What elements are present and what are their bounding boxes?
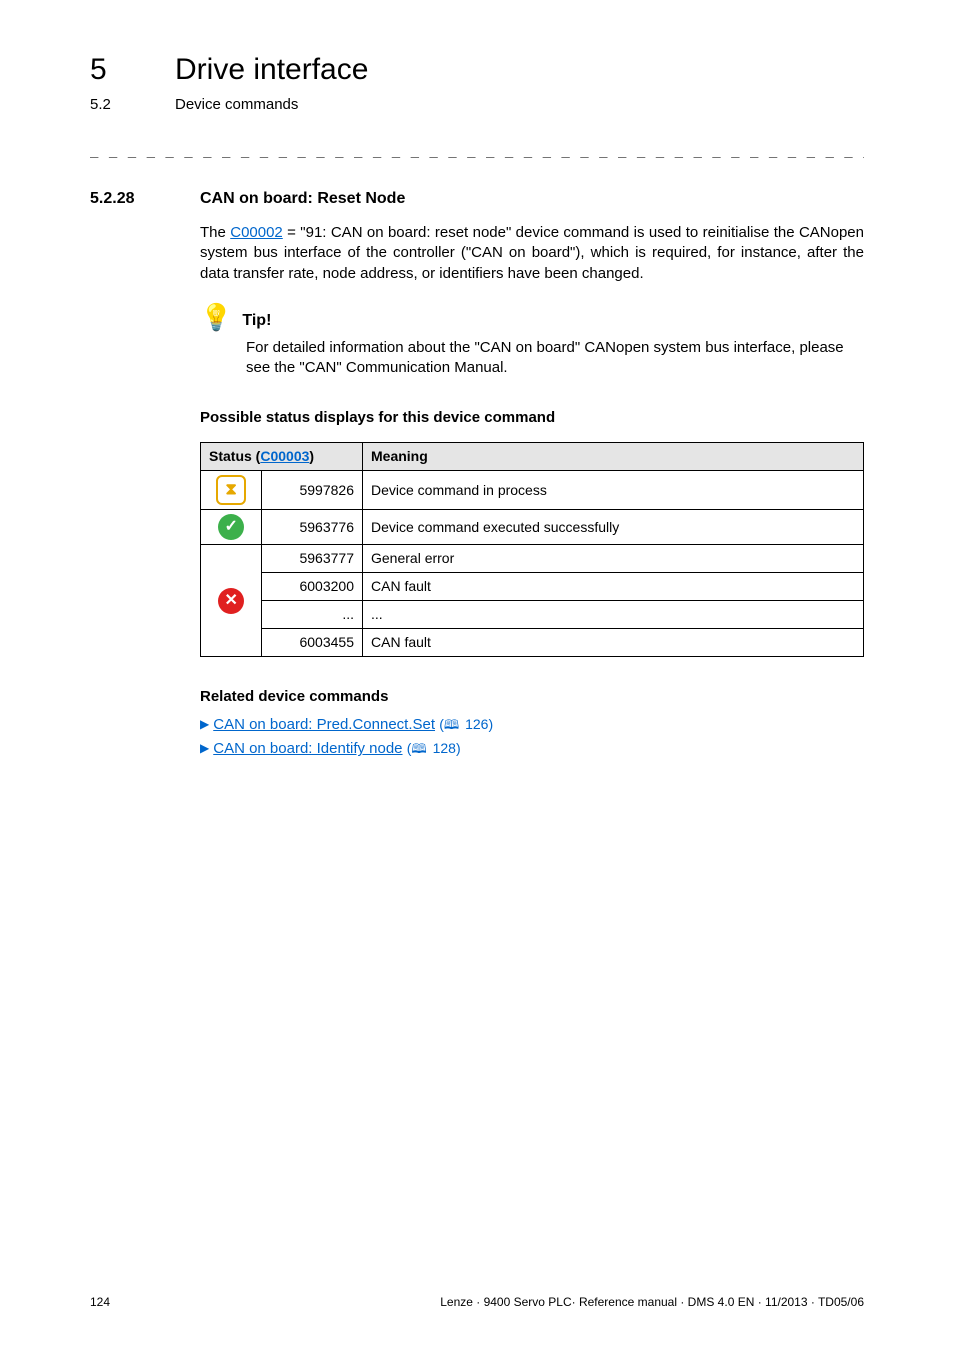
status-meaning: CAN fault <box>363 628 864 656</box>
triangle-icon: ▶ <box>200 717 209 731</box>
status-value: ... <box>262 601 363 629</box>
meaning-header: Meaning <box>363 443 864 471</box>
related-item: ▶ CAN on board: Pred.Connect.Set (🕮 126) <box>200 715 864 735</box>
status-icon-cell: ✓ <box>201 510 262 545</box>
status-meaning: CAN fault <box>363 573 864 601</box>
section-number: 5.2.28 <box>90 188 160 210</box>
triangle-icon: ▶ <box>200 741 209 755</box>
related-link[interactable]: CAN on board: Pred.Connect.Set <box>213 716 435 733</box>
status-icon-cell: ⧗ <box>201 471 262 510</box>
section-title: CAN on board: Reset Node <box>200 188 405 210</box>
error-icon: ✕ <box>218 588 244 614</box>
code-link-c00003[interactable]: C00003 <box>260 448 309 464</box>
status-meaning: General error <box>363 545 864 573</box>
code-link-c00002[interactable]: C00002 <box>230 224 283 241</box>
status-value: 6003200 <box>262 573 363 601</box>
chapter-title: Drive interface <box>175 50 368 91</box>
book-icon: 🕮 <box>444 717 459 732</box>
status-header: Status (C00003) <box>201 443 363 471</box>
status-meaning: Device command in process <box>363 471 864 510</box>
status-meaning: ... <box>363 601 864 629</box>
subsection-title: Device commands <box>175 95 298 115</box>
check-icon: ✓ <box>218 514 244 540</box>
intro-pre: The <box>200 224 230 241</box>
status-table: Status (C00003) Meaning ⧗ 5997826 Device… <box>200 442 864 656</box>
status-value: 6003455 <box>262 628 363 656</box>
status-header-pre: Status ( <box>209 448 260 464</box>
divider: _ _ _ _ _ _ _ _ _ _ _ _ _ _ _ _ _ _ _ _ … <box>90 141 864 160</box>
intro-paragraph: The C00002 = "91: CAN on board: reset no… <box>200 223 864 284</box>
page-ref: (🕮 128) <box>407 740 461 756</box>
tip-icon: 💡 <box>200 304 232 330</box>
hourglass-icon: ⧗ <box>216 475 246 505</box>
status-meaning: Device command executed successfully <box>363 510 864 545</box>
tip-label: Tip! <box>242 310 271 332</box>
page-number-ref: 128 <box>433 740 456 756</box>
status-heading: Possible status displays for this device… <box>200 408 864 428</box>
tip-text: For detailed information about the "CAN … <box>246 338 864 379</box>
related-heading: Related device commands <box>200 687 864 707</box>
status-value: 5963777 <box>262 545 363 573</box>
footer-reference: Lenze · 9400 Servo PLC· Reference manual… <box>440 1294 864 1310</box>
status-value: 5997826 <box>262 471 363 510</box>
related-item: ▶ CAN on board: Identify node (🕮 128) <box>200 739 864 759</box>
status-icon-cell: ✕ <box>201 545 262 657</box>
subsection-number: 5.2 <box>90 95 120 115</box>
page-number: 124 <box>90 1294 110 1310</box>
page-number-ref: 126 <box>465 716 488 732</box>
intro-post: = "91: CAN on board: reset node" device … <box>200 224 864 282</box>
chapter-number: 5 <box>90 50 120 91</box>
related-link[interactable]: CAN on board: Identify node <box>213 740 402 757</box>
status-header-post: ) <box>309 448 314 464</box>
status-value: 5963776 <box>262 510 363 545</box>
book-icon: 🕮 <box>411 741 426 756</box>
page-ref: (🕮 126) <box>439 716 493 732</box>
